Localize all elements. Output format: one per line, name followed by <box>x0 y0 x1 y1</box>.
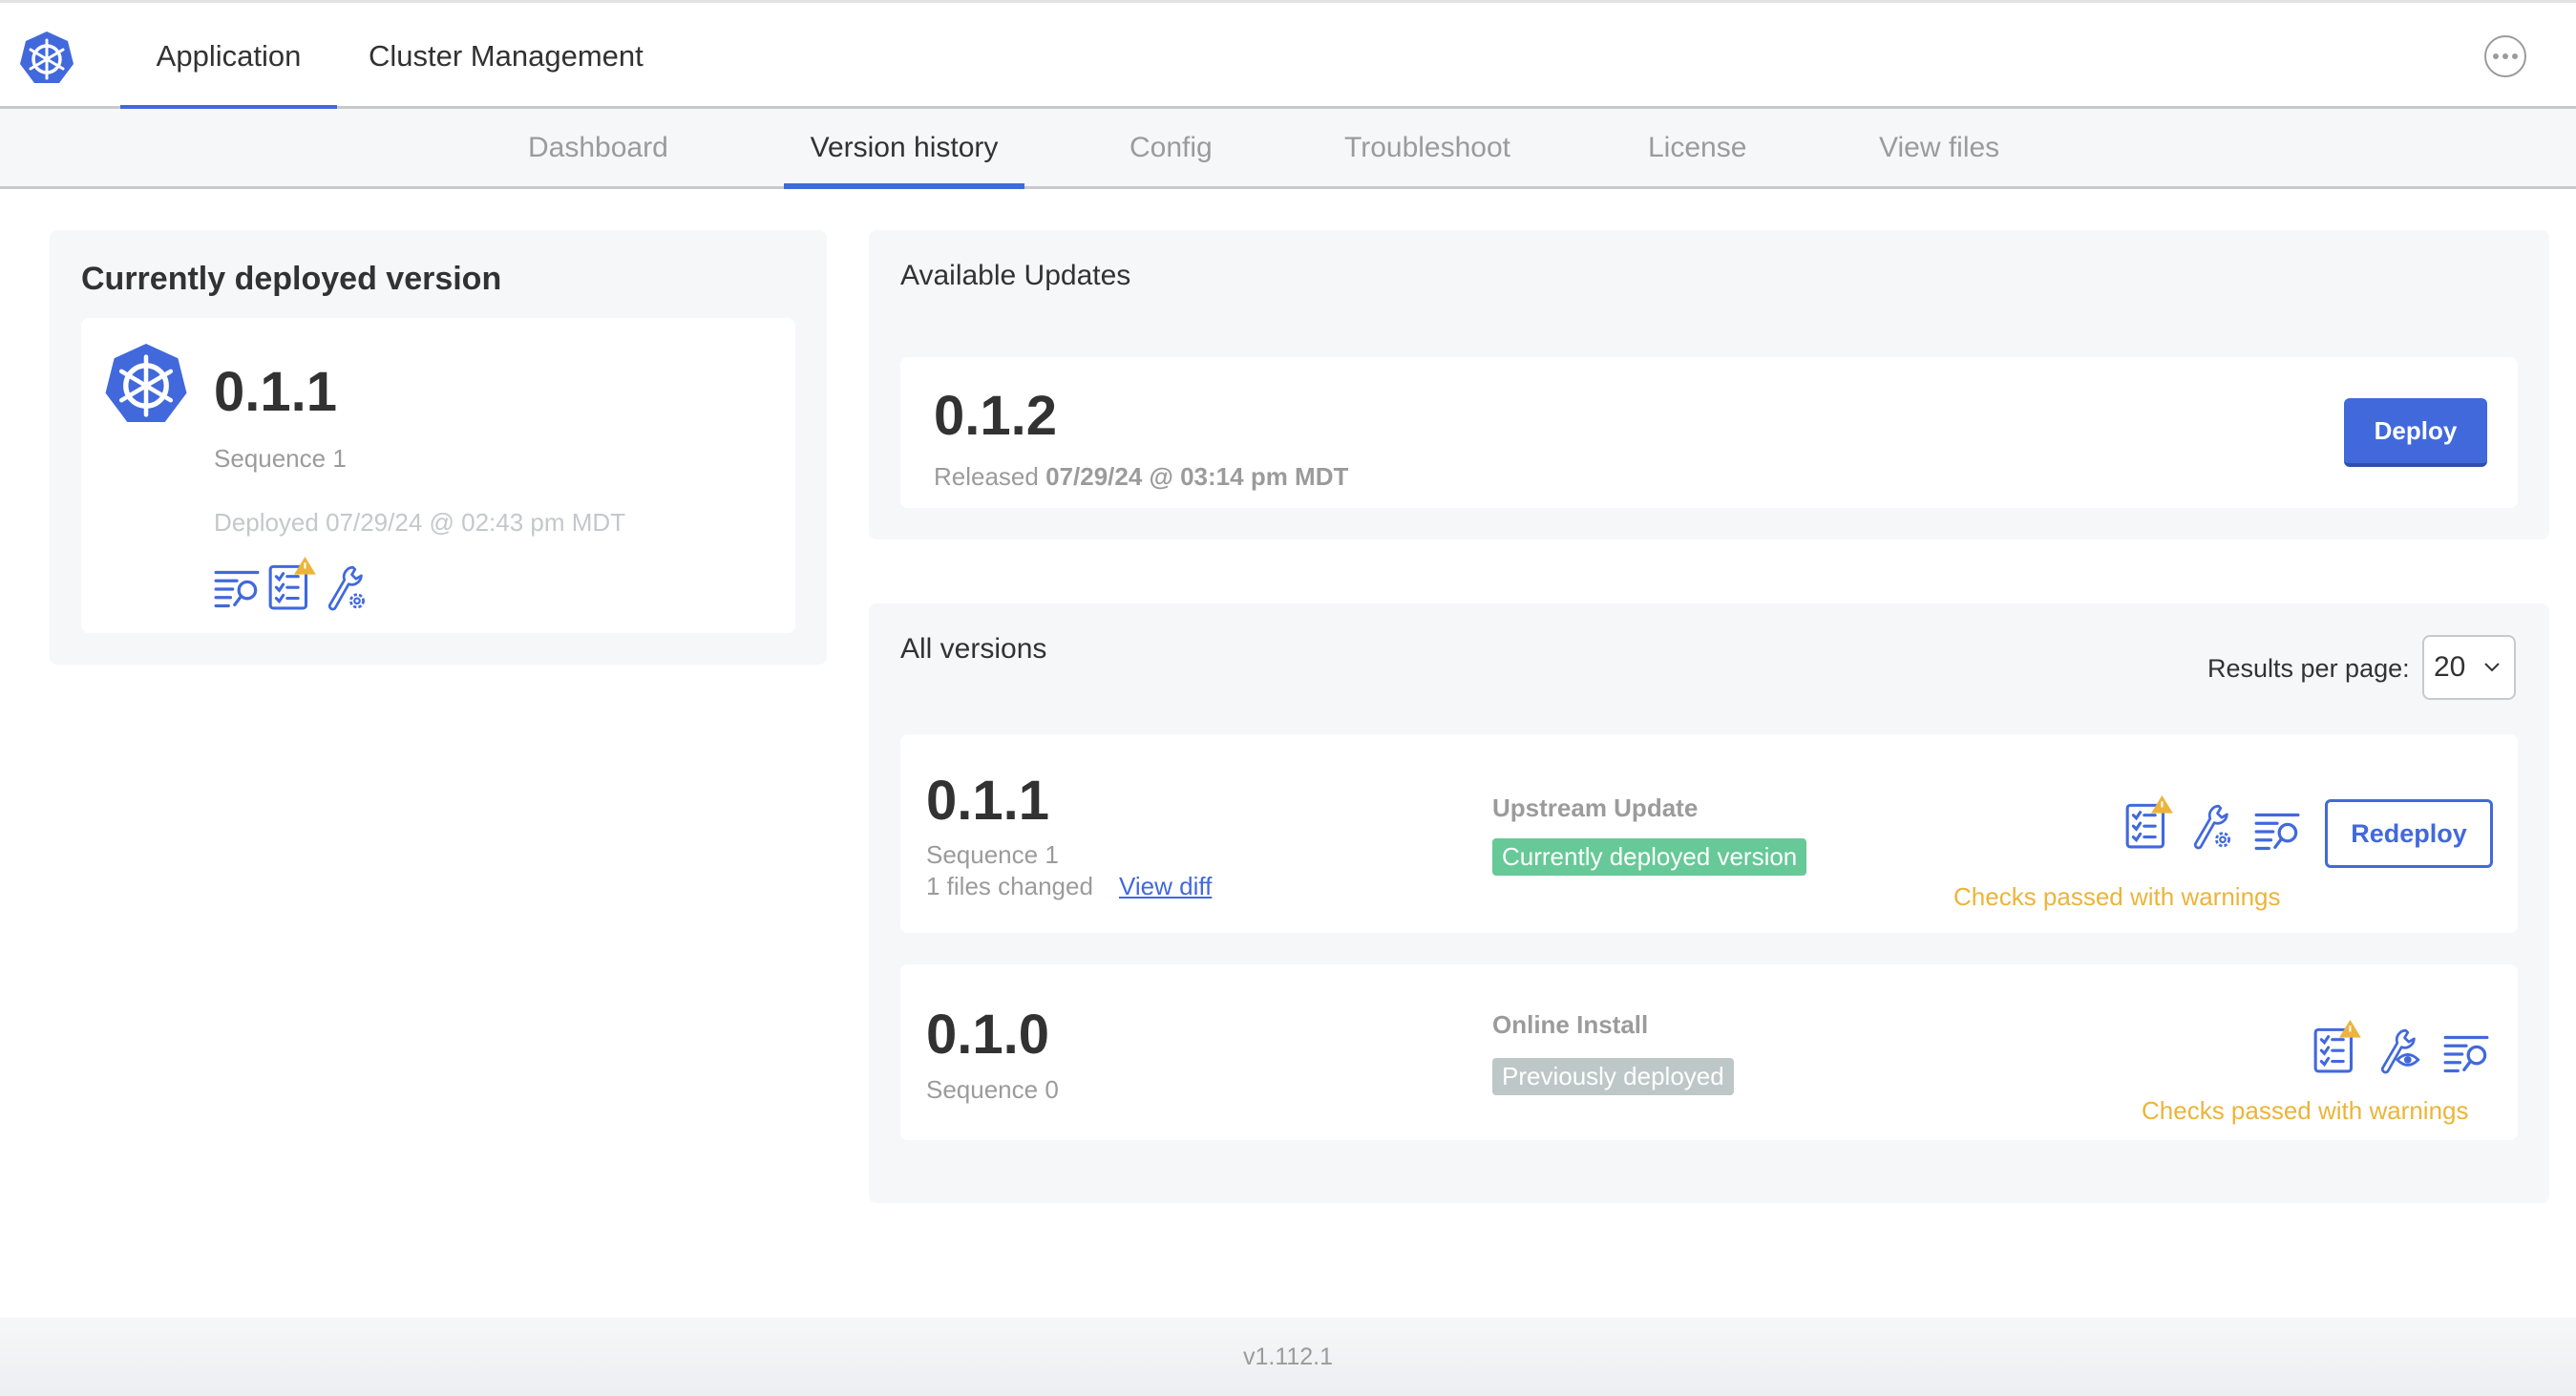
redeploy-button[interactable]: Redeploy <box>2325 799 2493 868</box>
nav-tab-cluster-management[interactable]: Cluster Management <box>369 3 644 109</box>
version-source: Online Install <box>1492 1010 1649 1039</box>
results-per-page-label: Results per page: <box>2207 654 2410 683</box>
update-released: Released 07/29/24 @ 03:14 pm MDT <box>934 462 1348 492</box>
current-version-sequence: Sequence 1 <box>214 444 347 473</box>
results-per-page-value: 20 <box>2434 651 2466 683</box>
edit-config-icon[interactable] <box>326 562 368 612</box>
preflight-checks-warning-icon[interactable] <box>2125 793 2175 849</box>
subtab-version-history[interactable]: Version history <box>784 109 1024 189</box>
version-row: 0.1.0 Sequence 0 Online Install Previous… <box>900 964 2518 1140</box>
version-row: 0.1.1 Sequence 1 1 files changed View di… <box>900 734 2518 933</box>
update-card: 0.1.2 Released 07/29/24 @ 03:14 pm MDT D… <box>900 357 2518 508</box>
view-config-icon[interactable] <box>2378 1026 2420 1075</box>
subtab-config[interactable]: Config <box>1130 109 1213 186</box>
ellipsis-circle-icon[interactable] <box>2484 35 2526 77</box>
kubernetes-helm-logo-icon[interactable] <box>19 30 74 85</box>
subtab-label: Config <box>1130 131 1213 163</box>
current-version-title: Currently deployed version <box>81 261 502 297</box>
subtab-label: Dashboard <box>528 131 668 163</box>
all-versions-title: All versions <box>900 633 1047 665</box>
version-source: Upstream Update <box>1492 793 1699 822</box>
version-number: 0.1.0 <box>926 1004 1049 1066</box>
view-logs-icon[interactable] <box>214 568 260 610</box>
version-sequence: Sequence 0 <box>926 1075 1059 1104</box>
subtab-label: Troubleshoot <box>1344 131 1510 163</box>
status-badge: Previously deployed <box>1492 1058 1734 1095</box>
all-versions-panel: All versions Results per page: 20 0.1.1 … <box>869 603 2549 1203</box>
update-version-number: 0.1.2 <box>934 385 1057 447</box>
files-changed: 1 files changed <box>926 872 1093 900</box>
app-logo-icon <box>104 341 188 425</box>
version-number: 0.1.1 <box>926 770 1049 832</box>
footer-version: v1.112.1 <box>1242 1343 1334 1370</box>
subtab-label: License <box>1648 131 1747 163</box>
subtab-label: Version history <box>810 131 999 163</box>
results-per-page-select[interactable]: 20 <box>2422 635 2516 700</box>
status-badge: Currently deployed version <box>1492 838 1807 876</box>
nav-tab-application[interactable]: Application <box>120 3 337 110</box>
top-navigation-bar: Application Cluster Management <box>0 0 2576 110</box>
view-logs-icon[interactable] <box>2443 1033 2489 1075</box>
checks-status: Checks passed with warnings <box>1953 882 2281 911</box>
subtab-dashboard[interactable]: Dashboard <box>528 109 668 186</box>
current-version-panel: Currently deployed version 0.1.1 Sequenc… <box>50 230 827 665</box>
subtab-troubleshoot[interactable]: Troubleshoot <box>1344 109 1510 186</box>
subtab-view-files[interactable]: View files <box>1879 109 1999 186</box>
checks-status: Checks passed with warnings <box>2142 1096 2469 1125</box>
current-version-card: 0.1.1 Sequence 1 Deployed 07/29/24 @ 02:… <box>81 318 795 633</box>
nav-tab-label: Cluster Management <box>369 38 644 73</box>
preflight-checks-warning-icon[interactable] <box>2313 1018 2363 1073</box>
nav-tab-label: Application <box>156 38 302 73</box>
edit-config-icon[interactable] <box>2191 801 2233 851</box>
version-sequence: Sequence 1 <box>926 840 1059 869</box>
subtab-license[interactable]: License <box>1648 109 1746 186</box>
subtab-label: View files <box>1879 131 2000 163</box>
chevron-down-icon <box>2484 663 2500 672</box>
deploy-button[interactable]: Deploy <box>2344 398 2487 467</box>
view-diff-link[interactable]: View diff <box>1119 872 1212 901</box>
view-logs-icon[interactable] <box>2254 811 2300 853</box>
available-updates-panel: Available Updates 0.1.2 Released 07/29/2… <box>869 230 2549 539</box>
current-version-deployed-date: Deployed 07/29/24 @ 02:43 pm MDT <box>214 508 626 537</box>
released-label: Released <box>934 462 1039 491</box>
footer: v1.112.1 <box>0 1318 2576 1396</box>
app-subnav: Dashboard Version history Config Trouble… <box>0 109 2576 189</box>
available-updates-title: Available Updates <box>900 260 1131 291</box>
preflight-checks-warning-icon[interactable] <box>268 555 318 610</box>
current-version-number: 0.1.1 <box>214 361 337 423</box>
released-date: 07/29/24 @ 03:14 pm MDT <box>1045 462 1349 491</box>
